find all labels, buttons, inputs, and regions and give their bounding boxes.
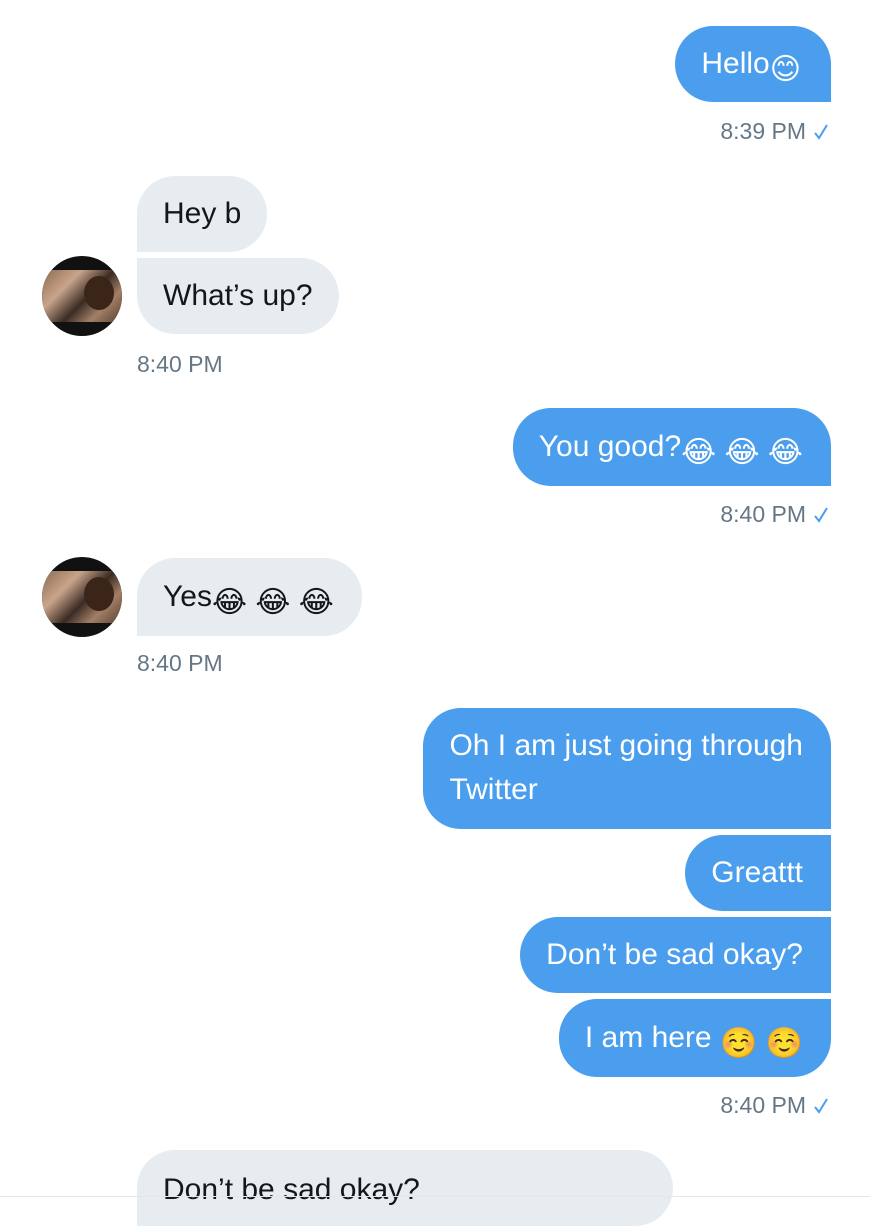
incoming-message-bubble[interactable]: Don’t be sad okay? [137,1150,673,1226]
message-text: What’s up? [163,279,313,312]
message-text-line: Oh I am just going through [449,729,803,762]
outgoing-message-bubble[interactable]: Don’t be sad okay? [520,917,831,993]
message-timestamp: 8:40 PM [137,649,223,677]
outgoing-message-bubble[interactable]: Greattt [685,835,831,911]
outgoing-message-bubble[interactable]: I am here ☺️ ☺️ [558,999,831,1077]
outgoing-message-bubble[interactable]: Oh I am just going through Twitter [423,708,831,829]
message-text: Hey b [163,197,242,230]
message-text: Hello [701,47,770,80]
smiling-face-emoji: 😊 [769,53,801,86]
incoming-message-bubble[interactable]: Yes😂 😂 😂 [137,558,362,636]
sender-avatar[interactable] [42,256,122,336]
message-timestamp: 8:40 PM [720,1091,828,1119]
timestamp-text: 8:40 PM [720,501,806,527]
message-text: You good? [538,430,682,463]
message-timestamp: 8:39 PM [720,117,828,145]
avatar-face [84,577,114,611]
message-text: Yes [163,580,212,613]
timestamp-text: 8:39 PM [720,118,806,144]
incoming-message-bubble[interactable]: Hey b [137,176,268,252]
timestamp-text: 8:40 PM [720,1092,806,1118]
message-timestamp: 8:40 PM [720,500,828,528]
message-text: Greattt [711,856,803,889]
smiling-face-emoji: ☺️ ☺️ [719,1027,803,1060]
message-timestamp: 8:40 PM [137,350,223,378]
thread-divider [0,1196,870,1197]
message-text: Don’t be sad okay? [163,1173,420,1206]
outgoing-message-bubble[interactable]: Hello😊 [675,26,831,102]
message-text-line: Twitter [449,773,538,806]
read-check-icon [814,124,828,140]
outgoing-message-bubble[interactable]: You good?😂 😂 😂 [512,408,831,486]
message-text: I am here [584,1021,720,1054]
tears-of-joy-emoji: 😂 😂 😂 [211,586,334,619]
dm-thread[interactable]: Hello😊 8:39 PM Hey b What’s up? 8:40 PM … [0,0,870,1226]
tears-of-joy-emoji: 😂 😂 😂 [681,436,803,469]
timestamp-text: 8:40 PM [137,650,223,676]
incoming-message-bubble[interactable]: What’s up? [137,258,339,334]
avatar-face [84,276,114,310]
read-check-icon [814,507,828,523]
message-text: Don’t be sad okay? [546,938,803,971]
sender-avatar[interactable] [42,557,122,637]
read-check-icon [814,1098,828,1114]
timestamp-text: 8:40 PM [137,351,223,377]
